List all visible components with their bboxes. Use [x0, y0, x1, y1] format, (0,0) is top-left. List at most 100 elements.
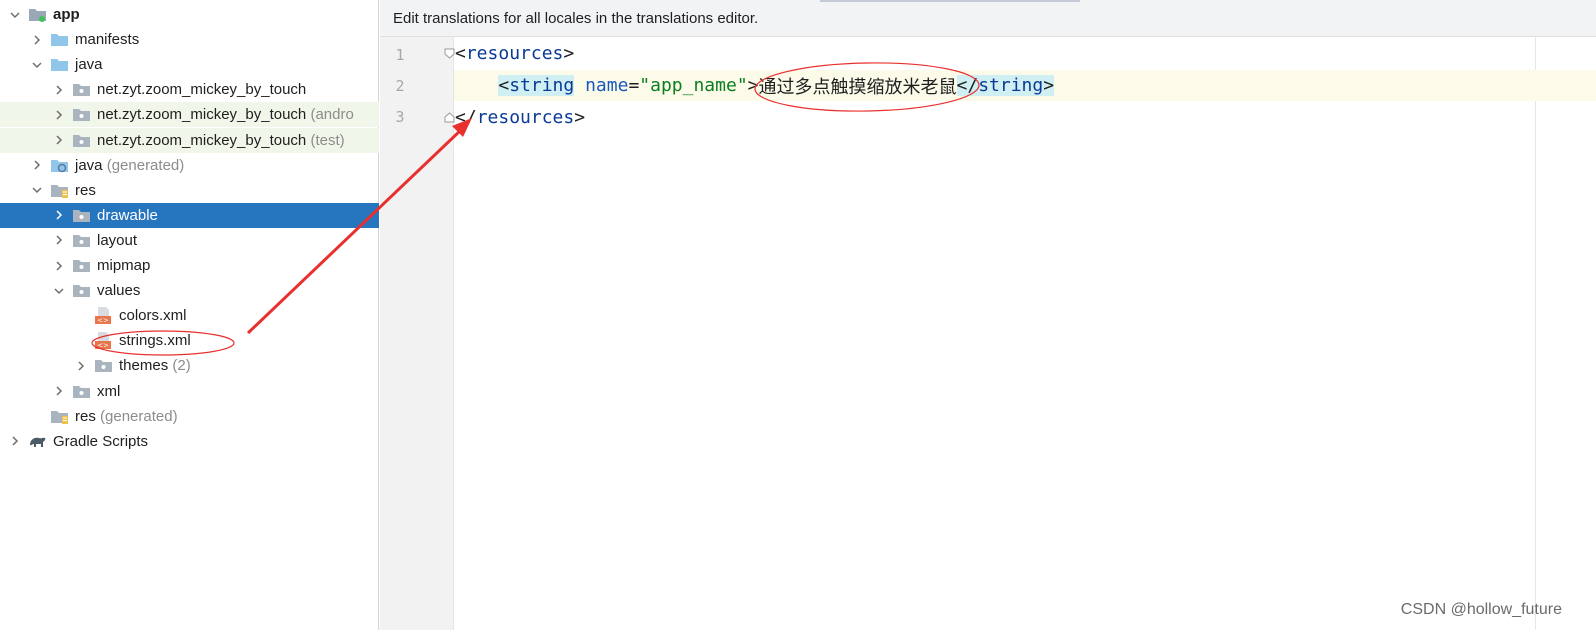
tree-item-layout[interactable]: layout [0, 228, 379, 253]
code-token: "app_name" [639, 75, 748, 96]
tree-item-label: colors.xml [119, 307, 187, 325]
tree-item-label: net.zyt.zoom_mickey_by_touch [97, 131, 307, 149]
tree-item-label-group: java (generated) [75, 157, 184, 174]
resource-folder-icon [50, 408, 69, 425]
code-token: string [978, 75, 1044, 96]
chevron-right-icon[interactable] [52, 384, 66, 398]
editor-tab-indicator [820, 0, 1080, 2]
tree-item-suffix: (andro [306, 106, 354, 124]
tree-item-label: Gradle Scripts [53, 432, 149, 450]
tree-item-label: manifests [75, 31, 140, 49]
tag-highlight: </string> [956, 75, 1055, 96]
chevron-right-icon[interactable] [52, 259, 66, 273]
tree-item-label: app [53, 6, 80, 23]
tree-item-label-group: drawable [97, 207, 158, 224]
tree-item-mipmap[interactable]: mipmap [0, 253, 379, 278]
tree-item-net-zyt-zoom-mickey-by-touch[interactable]: net.zyt.zoom_mickey_by_touch (andro [0, 102, 379, 128]
tree-item-label: drawable [97, 206, 158, 224]
tree-item-label-group: strings.xml [119, 332, 191, 349]
tree-item-label: res [75, 181, 96, 199]
chevron-down-icon[interactable] [30, 183, 44, 197]
tree-item-themes[interactable]: themes (2) [0, 353, 379, 378]
chevron-right-icon[interactable] [52, 208, 66, 222]
svg-text:<>: <> [97, 317, 109, 325]
code-token: > [563, 43, 575, 64]
code-token: resources [465, 43, 564, 64]
tree-item-label-group: xml [97, 383, 120, 400]
code-area[interactable]: < resources > <string name = "app_name" > 通过多点… [454, 37, 1596, 630]
chevron-right-icon[interactable] [30, 33, 44, 47]
module-folder-icon [28, 6, 47, 23]
tree-item-label-group: net.zyt.zoom_mickey_by_touch [97, 81, 306, 98]
tree-item-java[interactable]: java (generated) [0, 153, 379, 178]
tree-item-label: net.zyt.zoom_mickey_by_touch [97, 106, 307, 124]
package-icon [72, 207, 91, 224]
tree-item-label: mipmap [97, 257, 151, 274]
translations-editor-banner[interactable]: Edit translations for all locales in the… [380, 0, 1596, 37]
project-tree-panel: app manifests java net.zyt.zoom_mickey_by_t… [0, 0, 379, 630]
tree-item-label: layout [97, 231, 138, 249]
chevron-right-icon[interactable] [30, 158, 44, 172]
tree-item-label: values [97, 282, 141, 300]
chevron-down-icon[interactable] [52, 284, 66, 298]
line-number: 2 [395, 77, 405, 95]
code-token: name [585, 75, 629, 96]
tree-item-label: java [75, 156, 103, 174]
tree-item-label-group: layout [97, 232, 137, 249]
tree-item-label-group: res (generated) [75, 408, 178, 425]
chevron-right-icon[interactable] [52, 83, 66, 97]
tree-item-label-group: mipmap [97, 257, 150, 274]
tree-item-values[interactable]: values [0, 278, 379, 303]
tree-item-app[interactable]: app [0, 2, 379, 27]
tree-item-gradle-scripts[interactable]: Gradle Scripts [0, 429, 379, 454]
tree-item-label-group: colors.xml [119, 307, 187, 324]
xml-file-icon: <> [94, 332, 113, 350]
folder-icon [50, 31, 69, 48]
tree-item-label-group: java [75, 56, 103, 73]
tree-item-label: strings.xml [119, 332, 191, 350]
chevron-right-icon[interactable] [52, 108, 66, 122]
code-token: < [455, 43, 466, 64]
code-token: > [747, 75, 759, 96]
chevron-right-icon[interactable] [52, 133, 66, 147]
code-line: < resources > [454, 38, 1596, 69]
package-icon [72, 282, 91, 299]
tree-item-strings-xml[interactable]: <> strings.xml [0, 328, 379, 353]
chevron-down-icon[interactable] [8, 8, 22, 22]
tree-item-label: res [75, 407, 96, 425]
package-icon [72, 232, 91, 249]
code-line: </resources > [454, 102, 1596, 133]
tree-item-xml[interactable]: xml [0, 379, 379, 404]
tree-item-res[interactable]: res [0, 178, 379, 203]
generated-folder-icon [50, 157, 69, 174]
code-token: </ [455, 107, 477, 128]
tree-item-suffix: (2) [168, 357, 191, 375]
chevron-right-icon[interactable] [8, 434, 22, 448]
package-icon [72, 81, 91, 98]
package-icon [72, 383, 91, 400]
line-number: 3 [395, 108, 405, 126]
tree-item-net-zyt-zoom-mickey-by-touch[interactable]: net.zyt.zoom_mickey_by_touch [0, 77, 379, 102]
watermark: CSDN @hollow_future [1400, 601, 1562, 618]
tree-item-net-zyt-zoom-mickey-by-touch[interactable]: net.zyt.zoom_mickey_by_touch (test) [0, 127, 379, 153]
chevron-right-icon[interactable] [74, 359, 88, 373]
tree-item-drawable[interactable]: drawable [0, 202, 379, 228]
tree-item-suffix: (test) [306, 131, 345, 149]
tree-item-label: themes [119, 357, 169, 375]
chevron-right-icon[interactable] [52, 233, 66, 247]
tree-item-res[interactable]: res (generated) [0, 404, 379, 429]
tree-item-colors-xml[interactable]: <> colors.xml [0, 303, 379, 328]
code-editor: Edit translations for all locales in the… [380, 0, 1596, 630]
code-token: > [574, 107, 586, 128]
tree-item-manifests[interactable]: manifests [0, 27, 379, 52]
tree-item-java[interactable]: java [0, 52, 379, 77]
code-token: resources [476, 107, 575, 128]
string-value-text: 通过多点触摸缩放米老鼠 [758, 76, 957, 98]
code-token: < [498, 75, 510, 96]
tree-item-label: java [75, 56, 103, 74]
resource-folder-icon [50, 182, 69, 199]
code-token: > [1043, 75, 1055, 96]
tree-item-label-group: app [53, 6, 80, 23]
chevron-down-icon[interactable] [30, 58, 44, 72]
